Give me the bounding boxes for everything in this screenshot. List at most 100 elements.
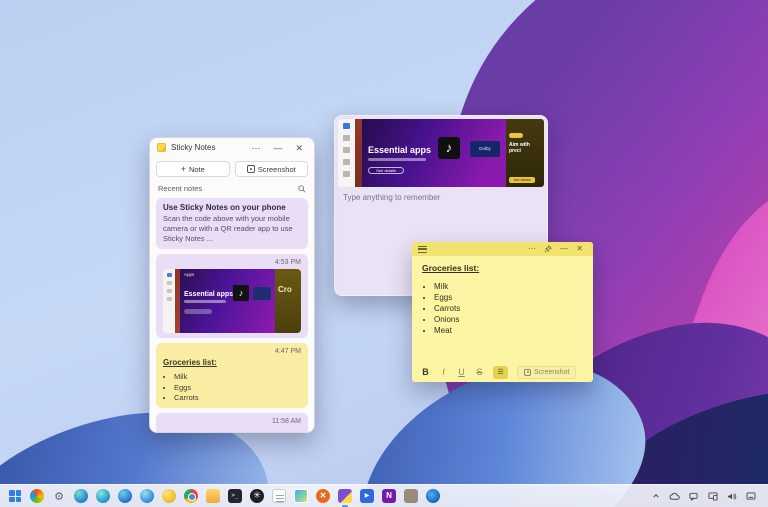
carousel-next-banner: Aim with preci See details	[506, 119, 544, 187]
see-details-pill	[184, 309, 212, 314]
search-icon[interactable]	[298, 185, 306, 193]
store-home-icon	[343, 123, 350, 129]
store-sidebar	[338, 119, 355, 187]
embedded-screenshot: Essential apps See details ♪ Dolby Aim w…	[338, 119, 544, 187]
hidden-icons-chevron-icon[interactable]	[650, 491, 661, 502]
note-timestamp: 4:47 PM	[163, 348, 301, 355]
terminal-icon[interactable]: >_	[227, 488, 243, 504]
note-heading: Groceries list:	[422, 263, 583, 273]
edge-canary-icon[interactable]	[139, 488, 155, 504]
list-item: Carrots	[174, 393, 301, 403]
close-button[interactable]: ✕	[572, 242, 587, 256]
windows-logo-icon	[9, 490, 21, 502]
store-sidebar	[163, 269, 175, 333]
bold-button[interactable]: B	[421, 367, 430, 377]
edge-beta-icon[interactable]	[95, 488, 111, 504]
strikethrough-button[interactable]: S	[475, 367, 484, 377]
start-button[interactable]	[7, 488, 23, 504]
store-banner: Essential apps See details ♪ Dolby	[362, 119, 506, 187]
titlebar[interactable]: Sticky Notes ⋯ — ✕	[150, 138, 314, 157]
minimize-button[interactable]: —	[556, 242, 572, 256]
list-item: Milk	[434, 282, 583, 292]
close-button[interactable]: ✕	[291, 141, 307, 155]
new-note-button[interactable]: + Note	[156, 161, 230, 177]
cast-screen-icon[interactable]	[707, 491, 718, 502]
tiktok-logo: ♪	[438, 137, 460, 159]
card-body: Scan the code above with your mobile cam…	[163, 214, 301, 244]
more-options-button[interactable]: ⋯	[524, 242, 540, 256]
sticky-notes-app-icon	[157, 143, 166, 152]
sticky-notes-taskbar-icon[interactable]	[337, 488, 353, 504]
desktop: Essential apps See details ♪ Dolby Aim w…	[0, 0, 768, 507]
note-content[interactable]: Groceries list: Milk Eggs Carrots Onions…	[412, 256, 593, 362]
copilot-icon[interactable]	[29, 488, 45, 504]
notes-list: Use Sticky Notes on your phone Scan the …	[150, 196, 314, 433]
list-item: Carrots	[434, 304, 583, 314]
settings-icon[interactable]: ⚙	[51, 488, 67, 504]
teams-chat-icon[interactable]	[688, 491, 699, 502]
store-gaming-icon	[167, 281, 172, 285]
system-tray	[650, 491, 768, 502]
notepad-icon[interactable]	[271, 488, 287, 504]
storage-box-icon[interactable]	[403, 488, 419, 504]
chrome-icon[interactable]	[183, 488, 199, 504]
store-settings-icon	[343, 171, 350, 177]
store-entertainment-icon	[167, 289, 172, 293]
note-titlebar[interactable]: ⋯ — ✕	[412, 242, 593, 256]
banner-subtitle-bar	[368, 158, 426, 161]
more-options-button[interactable]: ⋯	[247, 141, 264, 155]
note-card-stub[interactable]: 11:58 AM	[156, 413, 308, 433]
edge-dev-icon[interactable]	[117, 488, 133, 504]
note-placeholder[interactable]: Type anything to remember	[343, 193, 539, 202]
store-gaming-icon	[343, 135, 350, 141]
screenshot-icon	[247, 165, 255, 173]
list-item: Eggs	[174, 383, 301, 393]
note-card-screenshot[interactable]: 4:53 PM Apps Essential apps ♪	[156, 254, 308, 338]
bullet-list-icon: ☰	[497, 369, 503, 376]
screenshot-button[interactable]: Screenshot	[235, 161, 309, 177]
format-toolbar: B I U S ☰ Screenshot	[412, 362, 593, 382]
screenshot-button[interactable]: Screenshot	[517, 366, 576, 379]
window-title: Sticky Notes	[171, 143, 242, 152]
touch-keyboard-icon[interactable]	[745, 491, 756, 502]
pin-icon[interactable]	[540, 245, 556, 253]
store-entertainment-icon	[343, 147, 350, 153]
note-card-groceries[interactable]: 4:47 PM Groceries list: Milk Eggs Carrot…	[156, 343, 308, 407]
card-title: Use Sticky Notes on your phone	[163, 203, 301, 212]
list-item: Meat	[434, 326, 583, 336]
photos-icon[interactable]	[293, 488, 309, 504]
underline-button[interactable]: U	[457, 367, 466, 377]
note-image-thumbnail: Apps Essential apps ♪ Cro	[163, 269, 301, 333]
see-details-button: See details	[368, 167, 404, 174]
onenote-icon[interactable]: N	[381, 488, 397, 504]
volume-icon[interactable]	[726, 491, 737, 502]
card-heading: Groceries list:	[163, 358, 301, 367]
onedrive-cloud-icon[interactable]	[669, 491, 680, 502]
movies-tv-icon[interactable]: ▶	[359, 488, 375, 504]
list-item: Eggs	[434, 293, 583, 303]
store-search-icon	[167, 297, 172, 301]
chrome-canary-icon[interactable]	[161, 488, 177, 504]
note-card-phone[interactable]: Use Sticky Notes on your phone Scan the …	[156, 198, 308, 249]
yellow-sticky-note-window: ⋯ — ✕ Groceries list: Milk Eggs Carrots …	[412, 242, 593, 382]
notes-list-menu-icon[interactable]	[418, 246, 427, 253]
taskbar: ⚙ >_ ✳ ✕ ▶ N	[0, 484, 768, 507]
italic-button[interactable]: I	[439, 367, 448, 377]
screenshot-icon	[524, 369, 531, 376]
sticky-notes-list-window: Sticky Notes ⋯ — ✕ + Note Screenshot Rec…	[149, 137, 315, 433]
bullet-list-button[interactable]: ☰	[493, 366, 508, 379]
outlook-icon[interactable]	[425, 488, 441, 504]
recent-notes-label: Recent notes	[158, 184, 298, 193]
dolby-logo: Dolby	[470, 141, 500, 157]
grocery-list: Milk Eggs Carrots	[163, 372, 301, 402]
screenshot-label: Screenshot	[534, 369, 569, 376]
tiktok-logo: ♪	[233, 285, 249, 301]
edge-icon[interactable]	[73, 488, 89, 504]
file-explorer-icon[interactable]	[205, 488, 221, 504]
security-shield-icon[interactable]: ✕	[315, 488, 331, 504]
store-search-icon	[343, 159, 350, 165]
price-pill	[509, 133, 523, 138]
game-title: Aim with preci	[509, 142, 541, 154]
chatgpt-icon[interactable]: ✳	[249, 488, 265, 504]
minimize-button[interactable]: —	[269, 141, 286, 155]
